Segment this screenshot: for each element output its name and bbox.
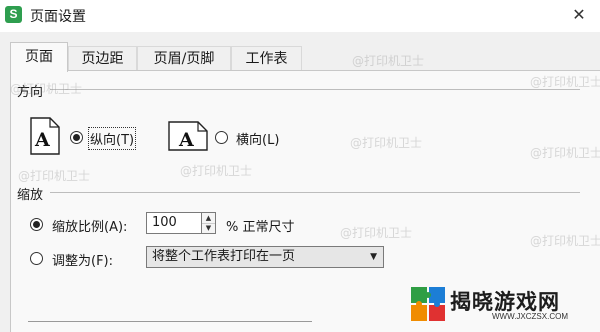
title-bar: S 页面设置 ✕: [0, 0, 600, 32]
tab-margins[interactable]: 页边距: [68, 46, 137, 70]
watermark: @打印机卫士: [10, 82, 83, 96]
zoom-label[interactable]: 缩放比例(A):: [52, 216, 127, 235]
zoom-radio[interactable]: [30, 218, 43, 231]
site-brand-badge: 揭晓游戏网 WWW.JXCZSX.COM: [410, 284, 596, 324]
dropdown-arrow-icon: ▼: [370, 252, 377, 262]
spin-down-arrow-icon[interactable]: ▼: [202, 223, 215, 233]
scaling-group-divider: [50, 192, 580, 193]
portrait-page-icon: A: [30, 117, 60, 155]
landscape-radio[interactable]: [215, 131, 228, 144]
portrait-icon-letter: A: [34, 129, 50, 151]
orientation-group-divider: [50, 89, 580, 90]
watermark: @打印机卫士: [350, 136, 423, 150]
portrait-label[interactable]: 纵向(T): [87, 127, 137, 150]
site-brand-url: WWW.JXCZSX.COM: [492, 312, 568, 321]
puzzle-logo-icon: [411, 287, 445, 321]
zoom-spinner: ▲ ▼: [202, 212, 216, 234]
portrait-radio[interactable]: [70, 131, 83, 144]
watermark: @打印机卫士: [530, 234, 600, 248]
watermark: @打印机卫士: [18, 169, 91, 183]
fit-to-dropdown-value: 将整个工作表打印在一页: [152, 249, 296, 264]
scaling-group-label: 缩放: [17, 188, 44, 203]
tab-sheet[interactable]: 工作表: [231, 46, 302, 70]
zoom-suffix-label: % 正常尺寸: [226, 220, 295, 235]
watermark: @打印机卫士: [530, 146, 600, 160]
fit-to-radio[interactable]: [30, 252, 43, 265]
watermark: @打印机卫士: [180, 164, 253, 178]
landscape-label[interactable]: 横向(L): [236, 129, 279, 148]
close-button[interactable]: ✕: [566, 2, 592, 28]
wps-spreadsheet-app-icon: S: [5, 6, 22, 23]
tab-header-footer[interactable]: 页眉/页脚: [137, 46, 231, 70]
watermark: @打印机卫士: [340, 226, 413, 240]
zoom-percent-input[interactable]: 100: [146, 212, 202, 234]
bottom-divider: [28, 321, 312, 322]
watermark: @打印机卫士: [352, 54, 425, 68]
tab-page[interactable]: 页面: [10, 42, 68, 72]
landscape-page-icon: A: [168, 121, 208, 151]
fit-to-label[interactable]: 调整为(F):: [52, 250, 113, 269]
watermark: @打印机卫士: [530, 75, 600, 89]
landscape-icon-letter: A: [178, 129, 194, 151]
dialog-title: 页面设置: [30, 9, 86, 25]
fit-to-dropdown[interactable]: 将整个工作表打印在一页 ▼: [146, 246, 384, 268]
